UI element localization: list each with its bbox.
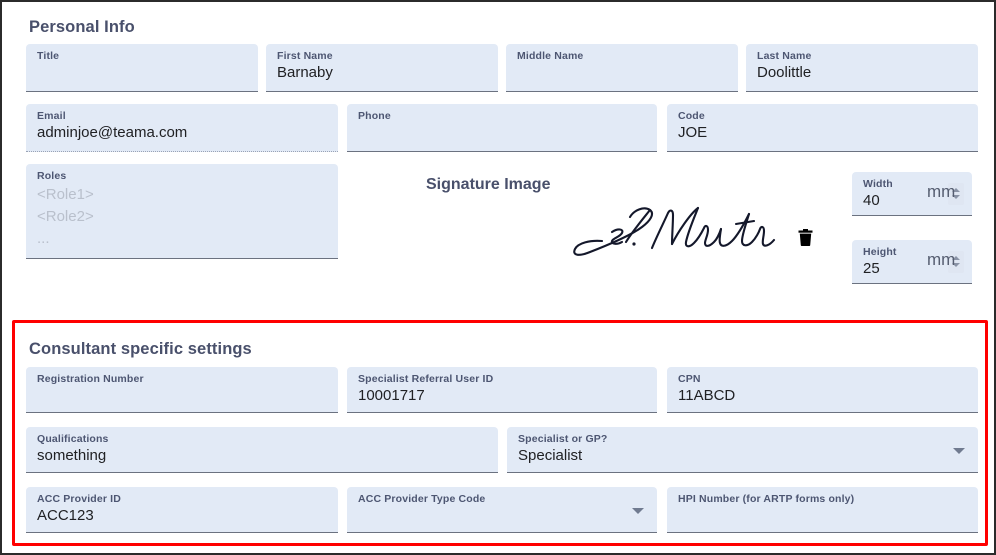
field-registration-number[interactable]: Registration Number <box>26 367 338 413</box>
field-qualifications[interactable]: Qualifications something <box>26 427 498 473</box>
field-phone[interactable]: Phone <box>347 104 657 152</box>
field-specialist-or-gp[interactable]: Specialist or GP? Specialist <box>507 427 978 473</box>
field-title-label: Title <box>37 50 60 62</box>
field-specialist-referral-user-id[interactable]: Specialist Referral User ID 10001717 <box>347 367 657 413</box>
field-registration-number-label: Registration Number <box>37 373 144 385</box>
field-signature-width-label: Width <box>863 178 893 190</box>
signature-image-heading: Signature Image <box>426 176 551 193</box>
field-qualifications-value: something <box>37 447 107 464</box>
field-roles-label: Roles <box>37 170 67 182</box>
field-hpi-number[interactable]: HPI Number (for ARTP forms only) <box>667 487 978 533</box>
field-specialist-referral-user-id-label: Specialist Referral User ID <box>358 373 494 385</box>
signature-image <box>568 202 780 264</box>
field-phone-label: Phone <box>358 110 391 122</box>
field-qualifications-label: Qualifications <box>37 433 109 445</box>
signature-height-unit: mm <box>927 250 956 269</box>
field-signature-height-label: Height <box>863 246 897 258</box>
field-specialist-or-gp-value: Specialist <box>518 447 583 464</box>
field-cpn-label: CPN <box>678 373 701 385</box>
signature-width-unit: mm <box>927 182 956 201</box>
field-last-name[interactable]: Last Name Doolittle <box>746 44 978 92</box>
field-cpn-value: 11ABCD <box>678 387 736 404</box>
consultant-heading: Consultant specific settings <box>29 340 252 358</box>
field-last-name-label: Last Name <box>757 50 812 62</box>
chevron-down-icon[interactable] <box>632 507 644 514</box>
field-code[interactable]: Code JOE <box>667 104 978 152</box>
field-code-label: Code <box>678 110 705 122</box>
field-code-value: JOE <box>678 124 708 141</box>
trash-icon[interactable] <box>798 229 813 251</box>
field-first-name[interactable]: First Name Barnaby <box>266 44 498 92</box>
personal-info-heading: Personal Info <box>29 18 135 36</box>
field-acc-provider-id[interactable]: ACC Provider ID ACC123 <box>26 487 338 533</box>
field-acc-provider-id-value: ACC123 <box>37 507 94 524</box>
field-signature-width-value: 40 <box>863 192 880 209</box>
field-first-name-label: First Name <box>277 50 333 62</box>
field-email-label: Email <box>37 110 66 122</box>
field-last-name-value: Doolittle <box>757 64 812 81</box>
field-specialist-referral-user-id-value: 10001717 <box>358 387 425 404</box>
field-acc-provider-type-code-label: ACC Provider Type Code <box>358 493 486 505</box>
field-hpi-number-label: HPI Number (for ARTP forms only) <box>678 493 855 505</box>
field-middle-name-label: Middle Name <box>517 50 584 62</box>
field-roles-placeholder: <Role1> <Role2> ... <box>37 186 94 247</box>
field-roles[interactable]: Roles <Role1> <Role2> ... <box>26 164 338 259</box>
field-middle-name[interactable]: Middle Name <box>506 44 738 92</box>
field-email[interactable]: Email adminjoe@teama.com <box>26 104 338 152</box>
field-specialist-or-gp-label: Specialist or GP? <box>518 433 608 445</box>
field-first-name-value: Barnaby <box>277 64 333 81</box>
field-cpn[interactable]: CPN 11ABCD <box>667 367 978 413</box>
field-email-value: adminjoe@teama.com <box>37 124 188 141</box>
chevron-down-icon[interactable] <box>953 447 965 454</box>
field-acc-provider-id-label: ACC Provider ID <box>37 493 121 505</box>
form-page: Personal Info Title First Name Barnaby M… <box>0 0 996 555</box>
field-title[interactable]: Title <box>26 44 258 92</box>
field-signature-height-value: 25 <box>863 260 880 277</box>
field-acc-provider-type-code[interactable]: ACC Provider Type Code <box>347 487 657 533</box>
